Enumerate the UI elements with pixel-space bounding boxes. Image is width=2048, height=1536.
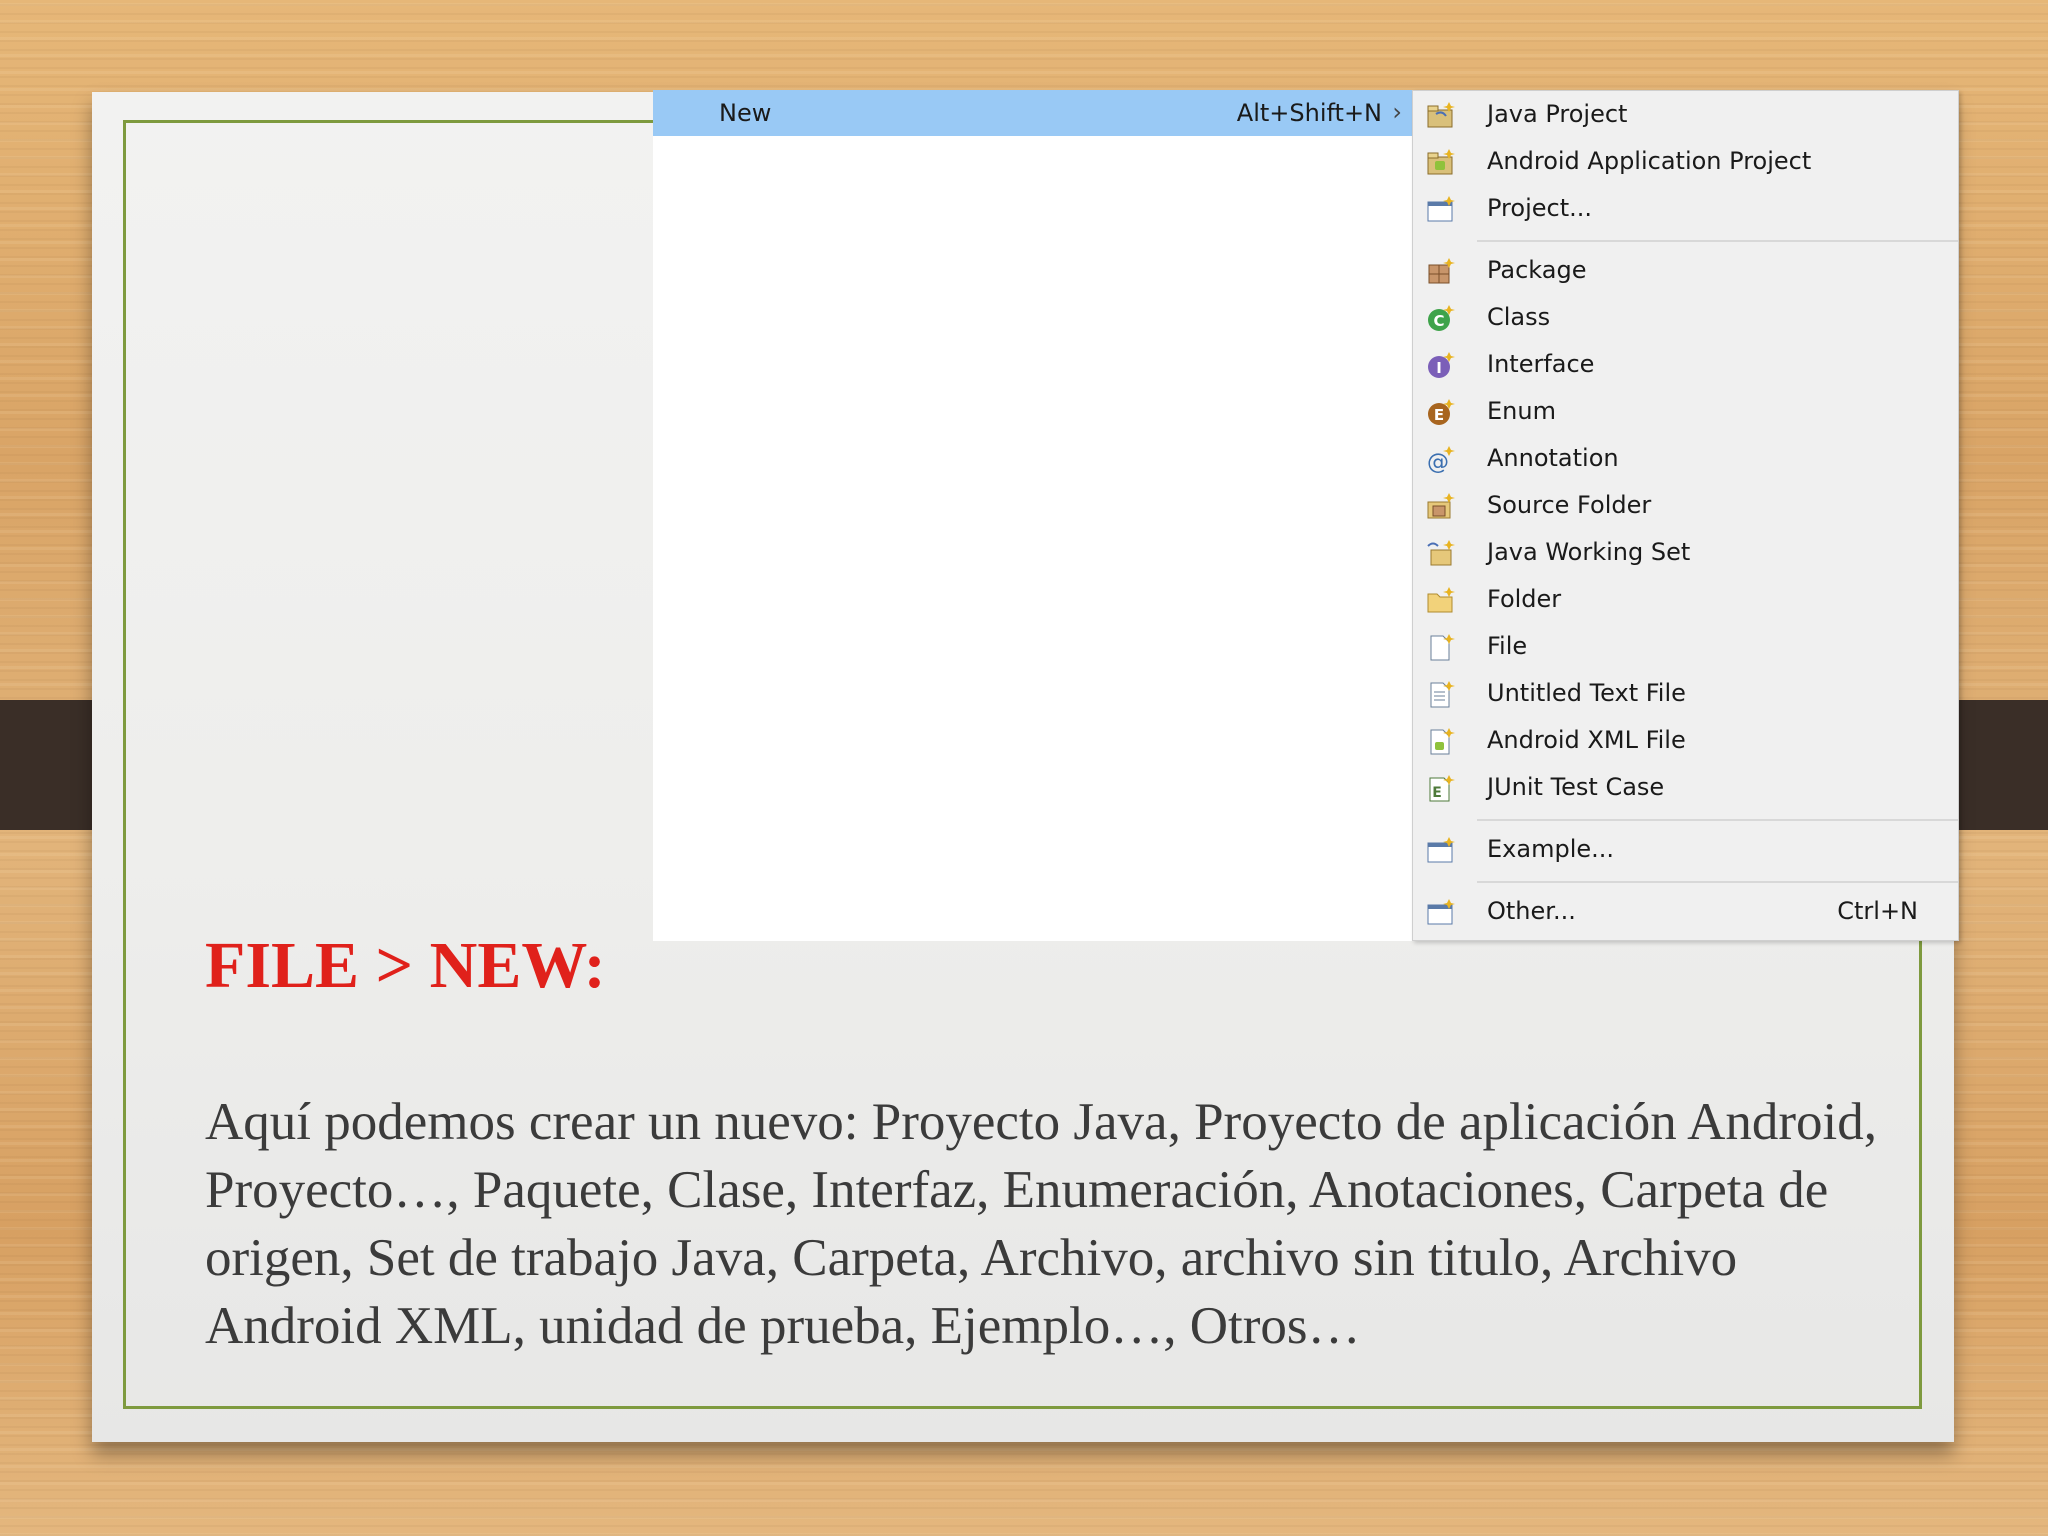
submenu-item-label: Java Project <box>1487 100 1628 128</box>
submenu-item-class[interactable]: C Class <box>1413 294 1958 341</box>
menu-item-new[interactable]: New Alt+Shift+N › <box>653 90 1412 136</box>
other-icon <box>1427 899 1455 925</box>
annotation-icon: @ <box>1427 446 1455 474</box>
submenu-item-shortcut: Ctrl+N <box>1837 897 1918 925</box>
submenu-item-label: Other... <box>1487 897 1576 925</box>
right-strap <box>1955 700 2048 830</box>
working-set-icon <box>1427 540 1455 566</box>
slide-body-text: Aquí podemos crear un nuevo: Proyecto Ja… <box>205 1093 1877 1355</box>
submenu-item-file[interactable]: File <box>1413 623 1958 670</box>
submenu-item-label: Package <box>1487 256 1587 284</box>
submenu-item-label: Java Working Set <box>1487 538 1691 566</box>
submenu-item-other[interactable]: Other... Ctrl+N <box>1413 888 1958 935</box>
submenu-item-example[interactable]: Example... <box>1413 826 1958 873</box>
android-xml-icon <box>1430 728 1455 755</box>
submenu-item-label: Example... <box>1487 835 1615 863</box>
submenu-item-label: Untitled Text File <box>1487 679 1686 707</box>
file-icon <box>1430 634 1455 661</box>
project-icon <box>1427 196 1455 222</box>
submenu-item-label: Enum <box>1487 397 1556 425</box>
example-icon <box>1427 837 1455 863</box>
svg-text:C: C <box>1433 312 1444 330</box>
junit-icon: E <box>1429 775 1455 802</box>
menu-separator <box>1477 881 1958 883</box>
submenu-item-android-project[interactable]: Android Application Project <box>1413 138 1958 185</box>
class-icon: C <box>1428 305 1455 331</box>
submenu-item-java-project[interactable]: Java Project <box>1413 91 1958 138</box>
svg-text:@: @ <box>1427 450 1449 474</box>
submenu-arrow-icon: › <box>1392 98 1402 126</box>
enum-icon: E <box>1428 399 1455 425</box>
submenu-item-label: Annotation <box>1487 444 1619 472</box>
submenu-item-label: JUnit Test Case <box>1487 773 1665 801</box>
android-project-icon <box>1427 149 1455 175</box>
submenu-item-android-xml-file[interactable]: Android XML File <box>1413 717 1958 764</box>
svg-text:I: I <box>1436 359 1442 377</box>
submenu-item-interface[interactable]: I Interface <box>1413 341 1958 388</box>
menu-item-new-shortcut: Alt+Shift+N <box>1236 99 1382 127</box>
java-project-icon <box>1427 102 1455 128</box>
svg-text:E: E <box>1434 406 1444 424</box>
submenu-item-project[interactable]: Project... <box>1413 185 1958 232</box>
submenu-item-folder[interactable]: Folder <box>1413 576 1958 623</box>
submenu-item-label: Android Application Project <box>1487 147 1812 175</box>
submenu-item-source-folder[interactable]: Source Folder <box>1413 482 1958 529</box>
submenu-item-label: File <box>1487 632 1528 660</box>
menu-item-new-label: New <box>719 99 772 127</box>
folder-icon <box>1427 587 1455 613</box>
submenu-item-label: Android XML File <box>1487 726 1686 754</box>
menu-separator <box>1477 240 1958 242</box>
submenu-item-package[interactable]: Package <box>1413 247 1958 294</box>
submenu-item-label: Project... <box>1487 194 1592 222</box>
submenu-item-label: Interface <box>1487 350 1595 378</box>
interface-icon: I <box>1428 352 1455 378</box>
text-file-icon <box>1430 681 1455 708</box>
submenu-item-label: Class <box>1487 303 1551 331</box>
submenu-item-enum[interactable]: E Enum <box>1413 388 1958 435</box>
submenu-item-label: Source Folder <box>1487 491 1652 519</box>
new-submenu: Java Project Android Application Project… <box>1412 90 1959 941</box>
file-menu-panel: New Alt+Shift+N › <box>653 90 1412 941</box>
submenu-item-untitled-text-file[interactable]: Untitled Text File <box>1413 670 1958 717</box>
submenu-item-java-working-set[interactable]: Java Working Set <box>1413 529 1958 576</box>
slide-heading: FILE > NEW: <box>205 929 606 1002</box>
submenu-item-junit-test-case[interactable]: E JUnit Test Case <box>1413 764 1958 811</box>
menu-separator <box>1477 819 1958 821</box>
submenu-item-label: Folder <box>1487 585 1562 613</box>
package-icon <box>1428 258 1455 284</box>
submenu-item-annotation[interactable]: @ Annotation <box>1413 435 1958 482</box>
source-folder-icon <box>1427 493 1455 519</box>
svg-text:E: E <box>1432 785 1442 801</box>
